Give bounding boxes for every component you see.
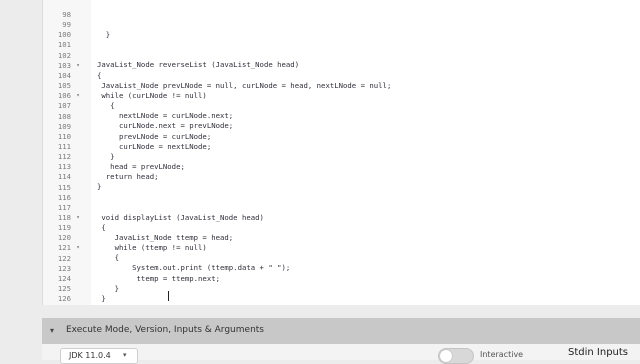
code-line[interactable]: 122 ttemp = ttemp.next; (43, 244, 640, 283)
code-text: } (97, 293, 106, 303)
code-line[interactable]: 125 (43, 274, 640, 293)
code-line[interactable]: 107 curLNode.next = prevLNode; (43, 91, 640, 130)
code-line[interactable]: 102 ▾ { (43, 41, 640, 80)
code-line[interactable]: 109 curLNode = nextLNode; (43, 112, 640, 151)
code-line[interactable]: 123 } (43, 254, 640, 293)
code-line[interactable]: 115 (43, 173, 640, 192)
code-line[interactable]: 104 while (curLNode != null) (43, 61, 640, 100)
execute-options-title: Execute Mode, Version, Inputs & Argument… (66, 325, 264, 335)
code-line[interactable]: 112 return head; (43, 142, 640, 181)
stdin-inputs-label: Stdin Inputs (568, 347, 629, 358)
code-line[interactable]: 106 nextLNode = curLNode.next; (43, 81, 640, 120)
code-line[interactable]: 103 JavaList_Node prevLNode = null, curL… (43, 51, 640, 90)
jdk-version-value: JDK 11.0.4 (69, 351, 111, 360)
code-line[interactable]: 118 JavaList_Node ttemp = head; (43, 203, 640, 242)
code-line[interactable]: 110 } (43, 122, 640, 161)
toggle-knob (440, 350, 452, 362)
line-number: 126 (57, 294, 71, 304)
code-line[interactable]: 98 } (43, 0, 640, 39)
text-cursor (168, 291, 169, 301)
code-line[interactable]: 111 head = prevLNode; (43, 132, 640, 171)
execute-options-bar[interactable]: ▾ Execute Mode, Version, Inputs & Argume… (42, 318, 640, 344)
code-line[interactable]: 126 publ (43, 284, 640, 303)
code-line[interactable]: 105 ▾ { (43, 71, 640, 110)
interactive-toggle[interactable] (438, 348, 474, 364)
code-line[interactable]: 99 (43, 10, 640, 29)
code-line[interactable]: 108 prevLNode = curLNode; (43, 102, 640, 141)
code-line[interactable]: 124 } (43, 264, 640, 303)
code-line[interactable]: 121 System.out.print (ttemp.data + " "); (43, 233, 640, 272)
code-line[interactable]: 116 void displayList (JavaList_Node head… (43, 183, 640, 222)
code-line[interactable]: 114 (43, 162, 640, 181)
code-line[interactable]: 101 JavaList_Node reverseList (JavaList_… (43, 30, 640, 69)
chevron-down-icon[interactable]: ▾ (50, 326, 60, 336)
interactive-label: Interactive (480, 350, 524, 359)
code-line[interactable]: 120 ▾ { (43, 223, 640, 262)
code-line[interactable]: 113 } (43, 152, 640, 191)
jdk-version-select[interactable]: JDK 11.0.4 ▾ (60, 348, 138, 364)
chevron-down-icon: ▾ (123, 351, 127, 359)
execute-options-panel: JDK 11.0.4 ▾ Interactive Stdin Inputs (42, 344, 640, 364)
code-line[interactable]: 117 ▾ { (43, 193, 640, 232)
code-line[interactable]: 119 while (ttemp != null) (43, 213, 640, 252)
code-editor[interactable]: 98 } 99 100 101 JavaList_Node reverseLis… (42, 0, 640, 305)
code-line[interactable]: 100 (43, 20, 640, 39)
